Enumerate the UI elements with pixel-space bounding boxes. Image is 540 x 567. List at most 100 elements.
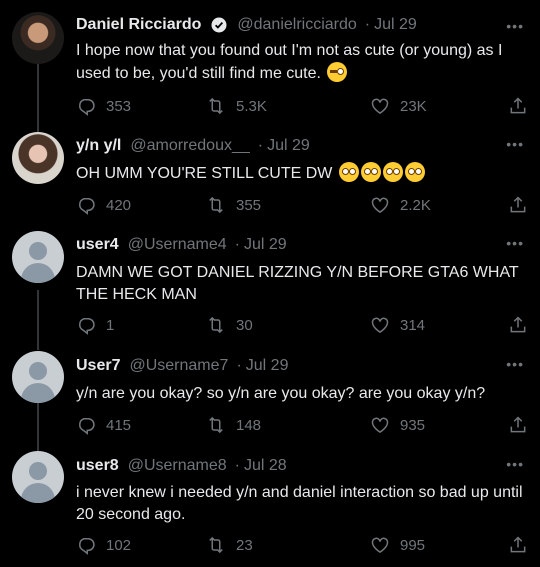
more-options-icon[interactable]: ••• bbox=[506, 356, 524, 372]
retweet-count: 355 bbox=[236, 196, 262, 214]
retweet-count: 148 bbox=[236, 416, 262, 434]
more-options-icon[interactable]: ••• bbox=[506, 456, 524, 472]
like-button[interactable]: 314 bbox=[370, 315, 425, 335]
tweet[interactable]: user4 @Username4 · Jul 29 ••• DAMN WE GO… bbox=[0, 227, 540, 349]
like-button[interactable]: 935 bbox=[370, 415, 425, 435]
retweet-icon bbox=[206, 195, 226, 215]
separator-dot: · bbox=[364, 16, 371, 33]
handle[interactable]: @danielricciardo bbox=[237, 16, 356, 34]
like-icon bbox=[370, 195, 390, 215]
reply-icon bbox=[76, 535, 96, 555]
default-avatar-icon[interactable] bbox=[12, 351, 64, 403]
share-icon bbox=[508, 415, 528, 435]
retweet-button[interactable]: 30 bbox=[206, 315, 253, 335]
like-button[interactable]: 23K bbox=[370, 96, 427, 116]
share-icon bbox=[508, 535, 528, 555]
reply-count: 415 bbox=[106, 416, 132, 434]
display-name[interactable]: user4 bbox=[76, 236, 119, 254]
more-options-icon[interactable]: ••• bbox=[506, 18, 524, 34]
display-name[interactable]: Daniel Ricciardo bbox=[76, 16, 201, 34]
default-avatar-icon[interactable] bbox=[12, 231, 64, 283]
tweet-header: Daniel Ricciardo @danielricciardo · Jul … bbox=[76, 16, 417, 34]
share-icon bbox=[508, 96, 528, 116]
tweet-header: User7 @Username7 · Jul 29 bbox=[76, 357, 288, 375]
winking-face-emoji-icon bbox=[327, 62, 348, 82]
reply-icon bbox=[76, 195, 96, 215]
like-icon bbox=[370, 315, 390, 335]
separator-dot: · bbox=[257, 137, 264, 154]
tweet-header: user4 @Username4 · Jul 29 bbox=[76, 236, 287, 254]
tweet-text-content: I hope now that you found out I'm not as… bbox=[76, 42, 503, 82]
tweet-header: user8 @Username8 · Jul 28 bbox=[76, 457, 287, 475]
retweet-button[interactable]: 148 bbox=[206, 415, 261, 435]
display-name[interactable]: user8 bbox=[76, 457, 119, 475]
flushed-face-emoji-icon bbox=[360, 162, 381, 182]
handle[interactable]: @Username4 bbox=[128, 236, 227, 254]
separator-dot: · bbox=[234, 236, 240, 253]
avatar[interactable] bbox=[12, 132, 64, 184]
reply-button[interactable]: 102 bbox=[76, 535, 131, 555]
share-button[interactable] bbox=[508, 535, 528, 555]
tweet-actions: 102 23 995 bbox=[76, 535, 528, 559]
retweet-count: 23 bbox=[236, 536, 253, 554]
handle[interactable]: @amorredoux__ bbox=[130, 137, 249, 155]
tweet[interactable]: User7 @Username7 · Jul 29 ••• y/n are yo… bbox=[0, 349, 540, 450]
retweet-icon bbox=[206, 315, 226, 335]
separator-dot: · bbox=[236, 357, 242, 374]
flushed-face-emoji-icon bbox=[338, 162, 359, 182]
tweet-date[interactable]: Jul 29 bbox=[267, 137, 310, 155]
tweet[interactable]: y/n y/l @amorredoux__ · Jul 29 ••• OH UM… bbox=[0, 128, 540, 227]
share-button[interactable] bbox=[508, 96, 528, 116]
display-name[interactable]: y/n y/l bbox=[76, 137, 121, 155]
retweet-button[interactable]: 355 bbox=[206, 195, 261, 215]
tweet-text-content: OH UMM YOU'RE STILL CUTE DW bbox=[76, 165, 333, 182]
share-button[interactable] bbox=[508, 415, 528, 435]
tweet-text: DAMN WE GOT DANIEL RIZZING Y/N BEFORE GT… bbox=[76, 264, 519, 303]
reply-button[interactable]: 420 bbox=[76, 195, 131, 215]
like-button[interactable]: 2.2K bbox=[370, 195, 431, 215]
like-button[interactable]: 995 bbox=[370, 535, 425, 555]
tweet-actions: 420 355 2.2K bbox=[76, 195, 528, 219]
tweet-header: y/n y/l @amorredoux__ · Jul 29 bbox=[76, 137, 310, 155]
reply-button[interactable]: 353 bbox=[76, 96, 131, 116]
retweet-icon bbox=[206, 535, 226, 555]
flushed-face-emoji-icon bbox=[382, 162, 403, 182]
tweet[interactable]: user8 @Username8 · Jul 28 ••• i never kn… bbox=[0, 450, 540, 567]
separator-dot: · bbox=[234, 457, 240, 474]
reply-button[interactable]: 1 bbox=[76, 315, 114, 335]
reply-icon bbox=[76, 415, 96, 435]
avatar[interactable] bbox=[12, 12, 64, 64]
tweet-text: I hope now that you found out I'm not as… bbox=[76, 40, 528, 85]
reply-count: 420 bbox=[106, 196, 132, 214]
tweet-text: OH UMM YOU'RE STILL CUTE DW bbox=[76, 162, 528, 185]
retweet-button[interactable]: 5.3K bbox=[206, 96, 267, 116]
tweet-date[interactable]: Jul 29 bbox=[246, 357, 289, 375]
reply-icon bbox=[76, 96, 96, 116]
like-icon bbox=[370, 415, 390, 435]
tweet-text: y/n are you okay? so y/n are you okay? a… bbox=[76, 385, 486, 402]
reply-count: 102 bbox=[106, 536, 132, 554]
share-button[interactable] bbox=[508, 315, 528, 335]
flushed-face-emoji-icon bbox=[404, 162, 425, 182]
tweet-actions: 415 148 935 bbox=[76, 415, 528, 439]
tweet-date[interactable]: Jul 28 bbox=[244, 457, 287, 475]
tweet[interactable]: Daniel Ricciardo @danielricciardo · Jul … bbox=[0, 0, 540, 128]
handle[interactable]: @Username8 bbox=[128, 457, 227, 475]
retweet-icon bbox=[206, 415, 226, 435]
retweet-button[interactable]: 23 bbox=[206, 535, 253, 555]
tweet-date[interactable]: Jul 29 bbox=[244, 236, 287, 254]
tweet-text: i never knew i needed y/n and daniel int… bbox=[76, 484, 523, 523]
tweet-date[interactable]: Jul 29 bbox=[374, 16, 417, 34]
more-options-icon[interactable]: ••• bbox=[506, 136, 524, 152]
display-name[interactable]: User7 bbox=[76, 357, 120, 375]
verified-badge-icon bbox=[211, 17, 227, 33]
like-icon bbox=[370, 96, 390, 116]
more-options-icon[interactable]: ••• bbox=[506, 235, 524, 251]
handle[interactable]: @Username7 bbox=[129, 357, 228, 375]
like-icon bbox=[370, 535, 390, 555]
retweet-count: 5.3K bbox=[236, 97, 267, 115]
reply-button[interactable]: 415 bbox=[76, 415, 131, 435]
default-avatar-icon[interactable] bbox=[12, 451, 64, 503]
like-count: 2.2K bbox=[400, 196, 431, 214]
share-button[interactable] bbox=[508, 195, 528, 215]
